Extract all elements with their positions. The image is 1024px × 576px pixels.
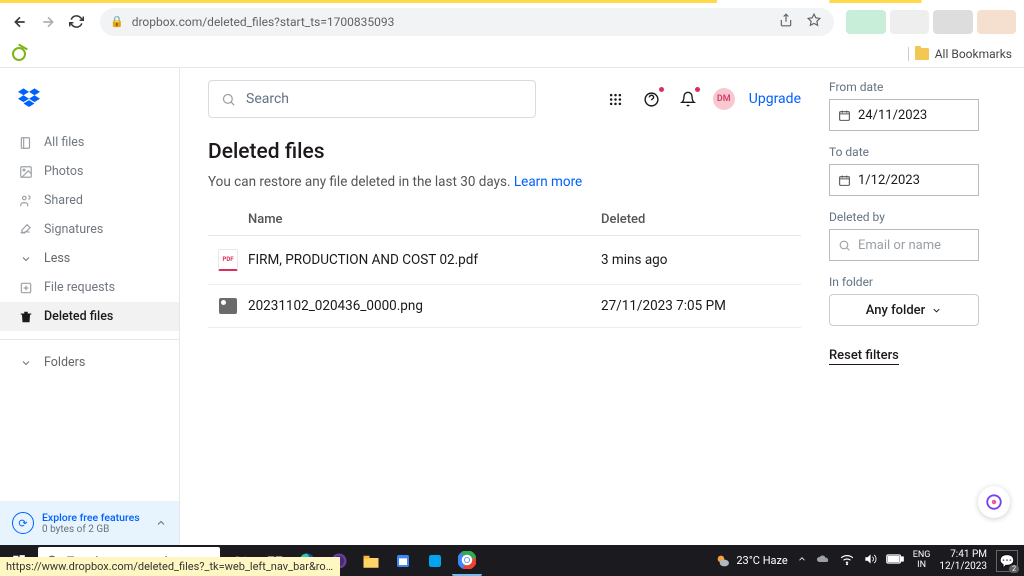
sidebar-item-signatures[interactable]: Signatures — [0, 215, 179, 244]
url-bar[interactable]: 🔒 dropbox.com/deleted_files?start_ts=170… — [100, 8, 834, 36]
pdf-file-icon: PDF — [218, 249, 238, 271]
folder-icon — [915, 48, 929, 60]
sidebar-item-file-requests[interactable]: File requests — [0, 273, 179, 302]
lock-icon: 🔒 — [110, 15, 124, 28]
weather-icon — [715, 553, 731, 569]
file-requests-icon — [18, 280, 33, 295]
taskbar-weather[interactable]: 23°C Haze — [715, 553, 787, 569]
photos-icon — [18, 164, 33, 179]
in-folder-label: In folder — [829, 275, 1002, 289]
table-row[interactable]: 20231102_020436_0000.png 27/11/2023 7:05… — [208, 285, 801, 328]
trash-icon — [18, 309, 33, 324]
image-file-icon — [219, 298, 237, 314]
sidebar-label: Deleted files — [44, 309, 113, 324]
apps-grid-icon[interactable] — [605, 88, 627, 110]
deleted-by-input[interactable]: Email or name — [829, 229, 979, 261]
sidebar-item-shared[interactable]: Shared — [0, 186, 179, 215]
chevron-down-icon — [931, 305, 942, 316]
profile-area — [846, 10, 1016, 34]
page-subtitle: You can restore any file deleted in the … — [208, 174, 801, 190]
sidebar-label: File requests — [44, 280, 115, 295]
sidebar-label: Signatures — [44, 222, 103, 237]
sidebar-item-less[interactable]: Less — [0, 244, 179, 273]
browser-forward-button[interactable] — [36, 10, 60, 34]
column-deleted-header[interactable]: Deleted — [601, 212, 801, 227]
calendar-icon — [838, 109, 851, 122]
browser-reload-button[interactable] — [64, 10, 88, 34]
folder-select[interactable]: Any folder — [829, 294, 979, 326]
search-input[interactable]: Search — [208, 80, 536, 118]
folder-select-value: Any folder — [866, 303, 926, 318]
from-date-input[interactable]: 24/11/2023 — [829, 99, 979, 131]
notifications-icon[interactable] — [677, 88, 699, 110]
taskbar-explorer-icon[interactable] — [356, 546, 386, 576]
extension-icon[interactable] — [12, 47, 26, 61]
sidebar-label: All files — [44, 135, 84, 150]
sidebar-label: Folders — [44, 355, 85, 370]
all-bookmarks-label: All Bookmarks — [935, 47, 1012, 61]
upgrade-link[interactable]: Upgrade — [749, 91, 801, 107]
help-icon[interactable] — [641, 88, 663, 110]
status-bar-link: https://www.dropbox.com/deleted_files?_t… — [0, 557, 340, 576]
sidebar-item-all-files[interactable]: All files — [0, 128, 179, 157]
table-row[interactable]: PDF FIRM, PRODUCTION AND COST 02.pdf 3 m… — [208, 236, 801, 285]
tray-onedrive-icon[interactable] — [816, 554, 831, 568]
weather-text: 23°C Haze — [736, 554, 787, 567]
share-icon[interactable] — [776, 13, 796, 31]
sidebar-label: Less — [44, 251, 70, 266]
chevron-up-icon — [155, 514, 167, 533]
file-name: 20231102_020436_0000.png — [248, 298, 601, 314]
deleted-by-label: Deleted by — [829, 210, 1002, 224]
shared-icon — [18, 193, 33, 208]
to-date-input[interactable]: 1/12/2023 — [829, 164, 979, 196]
progress-circle-icon: ⟳ — [12, 512, 34, 534]
reset-filters-link[interactable]: Reset filters — [829, 348, 899, 365]
sidebar-item-photos[interactable]: Photos — [0, 157, 179, 186]
chevron-down-icon — [18, 251, 33, 266]
all-bookmarks-button[interactable]: All Bookmarks — [908, 47, 1012, 61]
to-date-label: To date — [829, 145, 1002, 159]
file-name: FIRM, PRODUCTION AND COST 02.pdf — [248, 252, 601, 268]
deleted-by-placeholder: Email or name — [858, 238, 941, 253]
url-text: dropbox.com/deleted_files?start_ts=17008… — [132, 15, 768, 29]
calendar-icon — [838, 174, 851, 187]
tray-volume-icon[interactable] — [863, 552, 877, 569]
taskbar-chrome-icon[interactable] — [452, 546, 482, 576]
signatures-icon — [18, 222, 33, 237]
file-deleted-time: 3 mins ago — [601, 252, 801, 268]
dropbox-logo[interactable] — [0, 80, 179, 128]
chevron-down-icon — [18, 355, 33, 370]
sidebar-label: Photos — [44, 164, 83, 179]
taskbar-language[interactable]: ENGIN — [913, 551, 931, 571]
taskbar-notifications[interactable]: 💬2 — [996, 550, 1018, 572]
files-icon — [18, 135, 33, 150]
tray-wifi-icon[interactable] — [840, 553, 854, 568]
sidebar-folders-toggle[interactable]: Folders — [0, 348, 179, 377]
taskbar-app-icon[interactable] — [420, 546, 450, 576]
from-date-value: 24/11/2023 — [858, 108, 927, 123]
sidebar-label: Shared — [44, 193, 83, 208]
file-deleted-time: 27/11/2023 7:05 PM — [601, 298, 801, 314]
learn-more-link[interactable]: Learn more — [514, 174, 582, 190]
search-icon — [838, 239, 851, 252]
taskbar-clock[interactable]: 7:41 PM12/1/2023 — [939, 549, 987, 572]
search-placeholder: Search — [246, 91, 289, 107]
from-date-label: From date — [829, 80, 1002, 94]
column-name-header[interactable]: Name — [208, 212, 601, 227]
browser-back-button[interactable] — [8, 10, 32, 34]
sidebar-item-deleted-files[interactable]: Deleted files — [0, 302, 179, 331]
bookmark-star-icon[interactable] — [804, 13, 824, 31]
taskbar-app-icon[interactable] — [388, 546, 418, 576]
explore-features-banner[interactable]: ⟳ Explore free features 0 bytes of 2 GB — [0, 501, 179, 545]
to-date-value: 1/12/2023 — [858, 173, 920, 188]
tray-chevron-icon[interactable] — [797, 554, 807, 567]
help-floating-button[interactable] — [978, 486, 1010, 518]
tray-battery-icon[interactable] — [886, 554, 904, 567]
page-title: Deleted files — [208, 140, 801, 164]
explore-subtitle: 0 bytes of 2 GB — [42, 524, 147, 535]
explore-title: Explore free features — [42, 511, 147, 524]
search-icon — [221, 92, 236, 107]
user-avatar[interactable]: DM — [713, 88, 735, 110]
